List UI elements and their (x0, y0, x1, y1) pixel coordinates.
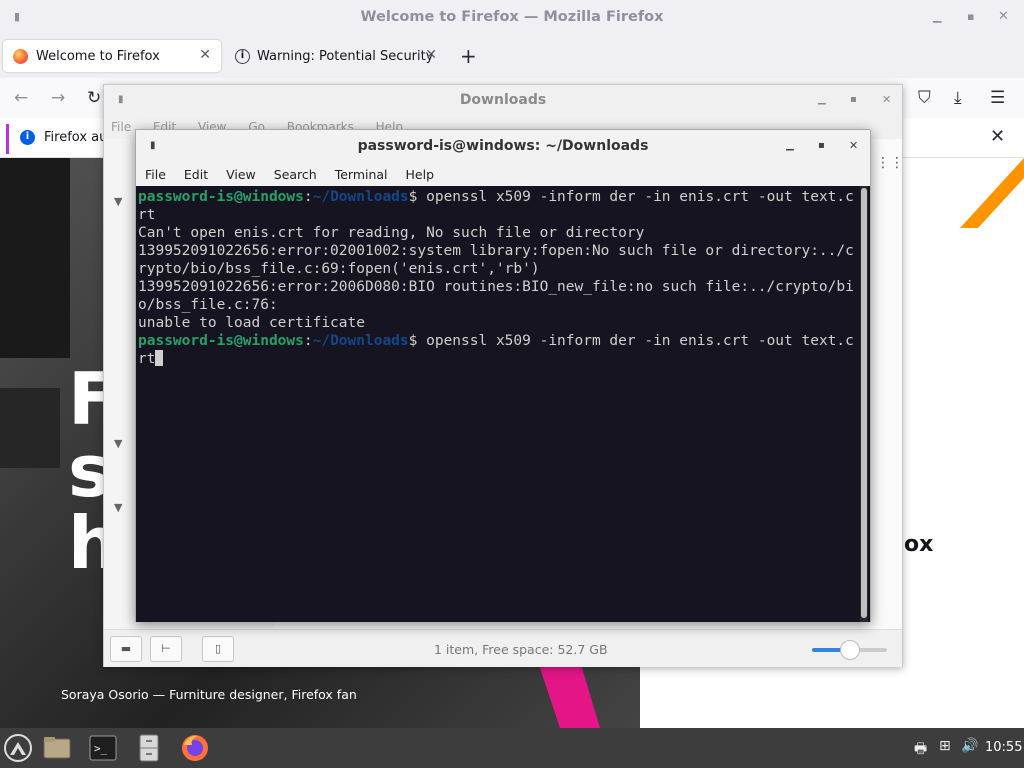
zoom-slider[interactable] (812, 640, 887, 660)
status-text: 1 item, Free space: 52.7 GB (434, 642, 608, 657)
notice-text: Firefox au (44, 130, 108, 145)
firefox-favicon-icon (13, 48, 28, 64)
tree-toggle-icon[interactable]: ⊢ (150, 636, 182, 662)
files-title: Downloads (459, 92, 547, 108)
close-icon[interactable]: ✕ (882, 85, 891, 115)
network-icon[interactable]: ⊞ (939, 738, 951, 754)
svg-text:>_: >_ (94, 742, 108, 755)
sign-in-link[interactable]: Sign In (903, 186, 951, 202)
info-icon: i (235, 48, 250, 64)
tab-label: Welcome to Firefox (36, 48, 160, 64)
grid-view-icon[interactable]: ⋮⋮ (876, 155, 904, 171)
volume-icon[interactable]: 🔊 (961, 738, 978, 754)
menu-file[interactable]: File (145, 167, 166, 182)
text-cursor (155, 350, 164, 366)
output-line: Can't open enis.crt for reading, No such… (138, 225, 645, 241)
window-menu-icon[interactable]: ▮ (150, 130, 156, 162)
forward-arrow-icon[interactable]: → (51, 88, 65, 108)
menu-view[interactable]: View (226, 167, 256, 182)
file-manager-icon[interactable] (42, 733, 72, 763)
terminal-titlebar: ▮ password-is@windows: ~/Downloads ▁ ▪ ✕ (136, 130, 870, 162)
tab-security-warning[interactable]: i Warning: Potential Security ✕ (225, 40, 447, 72)
reload-icon[interactable]: ↻ (87, 88, 101, 108)
menu-logo-icon[interactable] (3, 733, 33, 763)
file-cabinet-icon[interactable] (134, 733, 164, 763)
photo-shadow (0, 158, 70, 358)
menu-help[interactable]: Help (406, 167, 435, 182)
tab-strip: Welcome to Firefox ✕ i Warning: Potentia… (0, 34, 1024, 78)
pocket-icon[interactable]: ⛉ (918, 88, 931, 108)
maximize-icon[interactable]: ▪ (967, 0, 974, 34)
scrollbar-thumb[interactable] (861, 188, 867, 618)
notice-close-icon[interactable]: ✕ (990, 126, 1005, 147)
output-line: unable to load certificate (138, 315, 365, 331)
notice-accent-bar (6, 124, 9, 154)
close-icon[interactable]: ✕ (998, 0, 1009, 34)
info-icon: i (20, 130, 35, 145)
expand-triangle-icon[interactable]: ▼ (114, 437, 122, 450)
hamburger-menu-icon[interactable]: ☰ (990, 88, 1005, 108)
window-title: Welcome to Firefox — Mozilla Firefox (360, 9, 664, 25)
downloads-icon[interactable]: ⤓ (954, 88, 962, 108)
prompt-path: ~/Downloads (312, 333, 409, 349)
tab-close-icon[interactable]: ✕ (199, 47, 211, 63)
files-titlebar: ▮ Downloads ▁ ▪ ✕ (104, 85, 902, 115)
clock[interactable]: 10:55 (985, 740, 1022, 755)
output-line: 139952091022656:error:2006D080:BIO routi… (138, 279, 854, 313)
output-line: 139952091022656:error:02001002:system li… (138, 243, 854, 277)
terminal-window: ▮ password-is@windows: ~/Downloads ▁ ▪ ✕… (135, 129, 871, 622)
prompt-path: ~/Downloads (312, 189, 409, 205)
expand-triangle-icon[interactable]: ▼ (114, 501, 122, 514)
expand-triangle-icon[interactable]: ▼ (114, 195, 122, 208)
terminal-scrollbar[interactable] (860, 186, 868, 622)
close-icon[interactable]: ✕ (849, 130, 858, 162)
firefox-titlebar: ▮ Welcome to Firefox — Mozilla Firefox ▁… (0, 0, 1024, 34)
new-tab-button[interactable]: + (460, 44, 477, 68)
maximize-icon[interactable]: ▪ (818, 130, 825, 162)
menu-terminal[interactable]: Terminal (335, 167, 388, 182)
menu-search[interactable]: Search (274, 167, 317, 182)
tab-label: Warning: Potential Security (257, 48, 434, 64)
terminal-icon[interactable]: >_ (88, 733, 118, 763)
photo-shadow (0, 388, 60, 468)
photo-caption: Soraya Osorio — Furniture designer, Fire… (61, 687, 357, 702)
maximize-icon[interactable]: ▪ (850, 85, 857, 115)
minimize-icon[interactable]: ▁ (786, 130, 794, 162)
zoom-slider-handle[interactable] (839, 640, 860, 660)
minimize-icon[interactable]: ▁ (818, 85, 826, 115)
window-menu-icon[interactable]: ▮ (118, 85, 124, 115)
menu-file[interactable]: File (111, 120, 131, 134)
printer-icon[interactable]: 🖶 (914, 738, 927, 762)
terminal-title: password-is@windows: ~/Downloads (357, 138, 649, 154)
terminal-body[interactable]: password-is@windows:~/Downloads$ openssl… (136, 186, 870, 622)
terminal-menubar: File Edit View Search Terminal Help (136, 162, 870, 186)
back-arrow-icon[interactable]: ← (14, 88, 28, 108)
window-menu-icon[interactable]: ▮ (14, 0, 20, 34)
prompt-user: password-is@windows (138, 189, 304, 205)
sidebar-close-icon[interactable]: ▯ (202, 636, 234, 662)
files-statusbar: ▬ ⊢ ▯ 1 item, Free space: 52.7 GB (104, 629, 902, 667)
tab-welcome[interactable]: Welcome to Firefox ✕ (3, 40, 221, 72)
firefox-icon[interactable] (180, 733, 210, 763)
terminal-output: password-is@windows:~/Downloads$ openssl… (138, 189, 854, 367)
places-toggle-icon[interactable]: ▬ (110, 636, 142, 662)
menu-edit[interactable]: Edit (184, 167, 208, 182)
tab-close-icon[interactable]: ✕ (425, 47, 437, 63)
prompt-user: password-is@windows (138, 333, 304, 349)
taskbar: >_ 🖶 ⊞ 🔊 10:55 (0, 728, 1024, 768)
minimize-icon[interactable]: ▁ (933, 0, 941, 34)
hero-heading-right: ox (904, 532, 934, 557)
